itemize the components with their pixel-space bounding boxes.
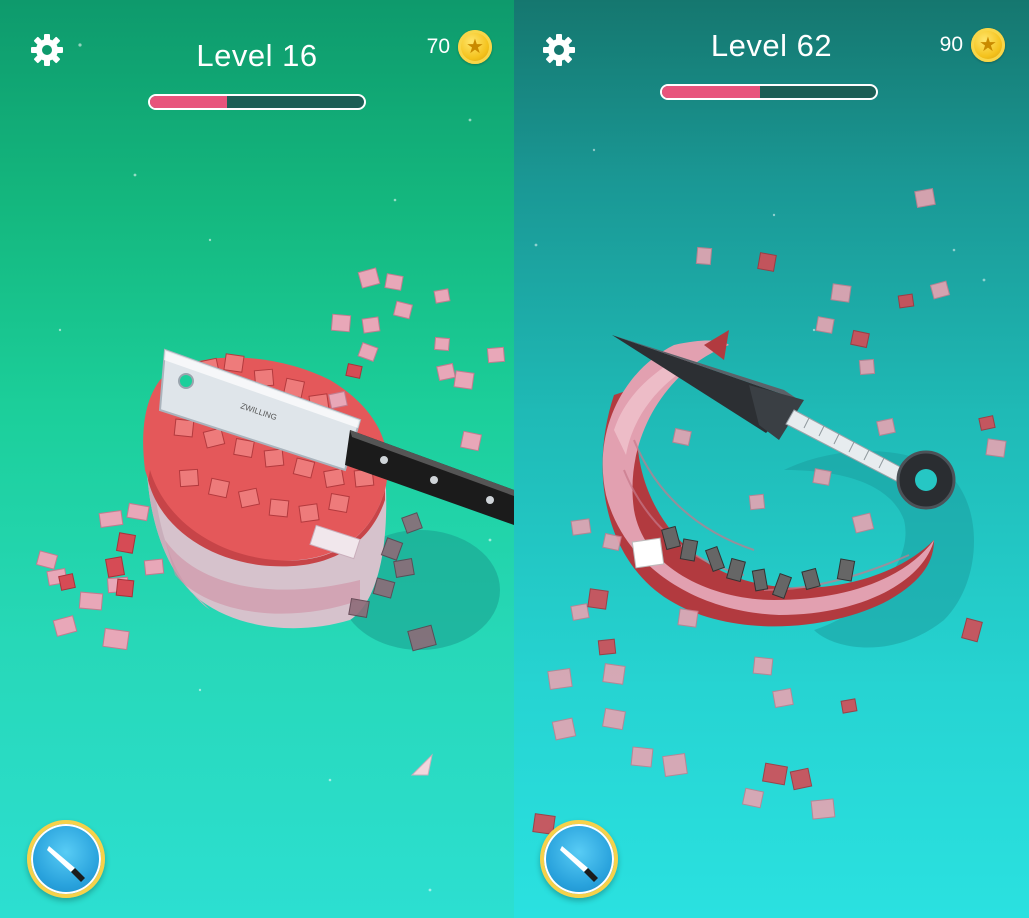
star-coin-icon: ★	[971, 28, 1005, 62]
level-progress-bar	[148, 94, 366, 110]
screen-level-62: Level 62 90 ★	[514, 0, 1029, 918]
kunai-blade	[612, 335, 956, 510]
background-sparkles	[534, 148, 986, 332]
coin-counter: 70 ★	[427, 30, 492, 64]
level-progress-fill	[662, 86, 761, 98]
level-progress-bar	[660, 84, 878, 100]
coin-counter: 90 ★	[940, 28, 1005, 62]
knife-select-button[interactable]	[27, 820, 105, 898]
knife-icon	[560, 846, 598, 882]
knife-icon	[47, 846, 85, 882]
coin-count: 70	[426, 35, 450, 58]
coin-count: 90	[939, 33, 963, 56]
screen-level-16: ZWILLING Level 16 70 ★	[0, 0, 514, 918]
level-progress-fill	[150, 96, 228, 108]
knife-select-button[interactable]	[540, 820, 618, 898]
game-scene	[532, 148, 1007, 835]
star-coin-icon: ★	[458, 30, 492, 64]
game-screenshots: ZWILLING Level 16 70 ★ Level 62 90 ★	[0, 0, 1029, 918]
game-scene: ZWILLING	[35, 43, 514, 892]
